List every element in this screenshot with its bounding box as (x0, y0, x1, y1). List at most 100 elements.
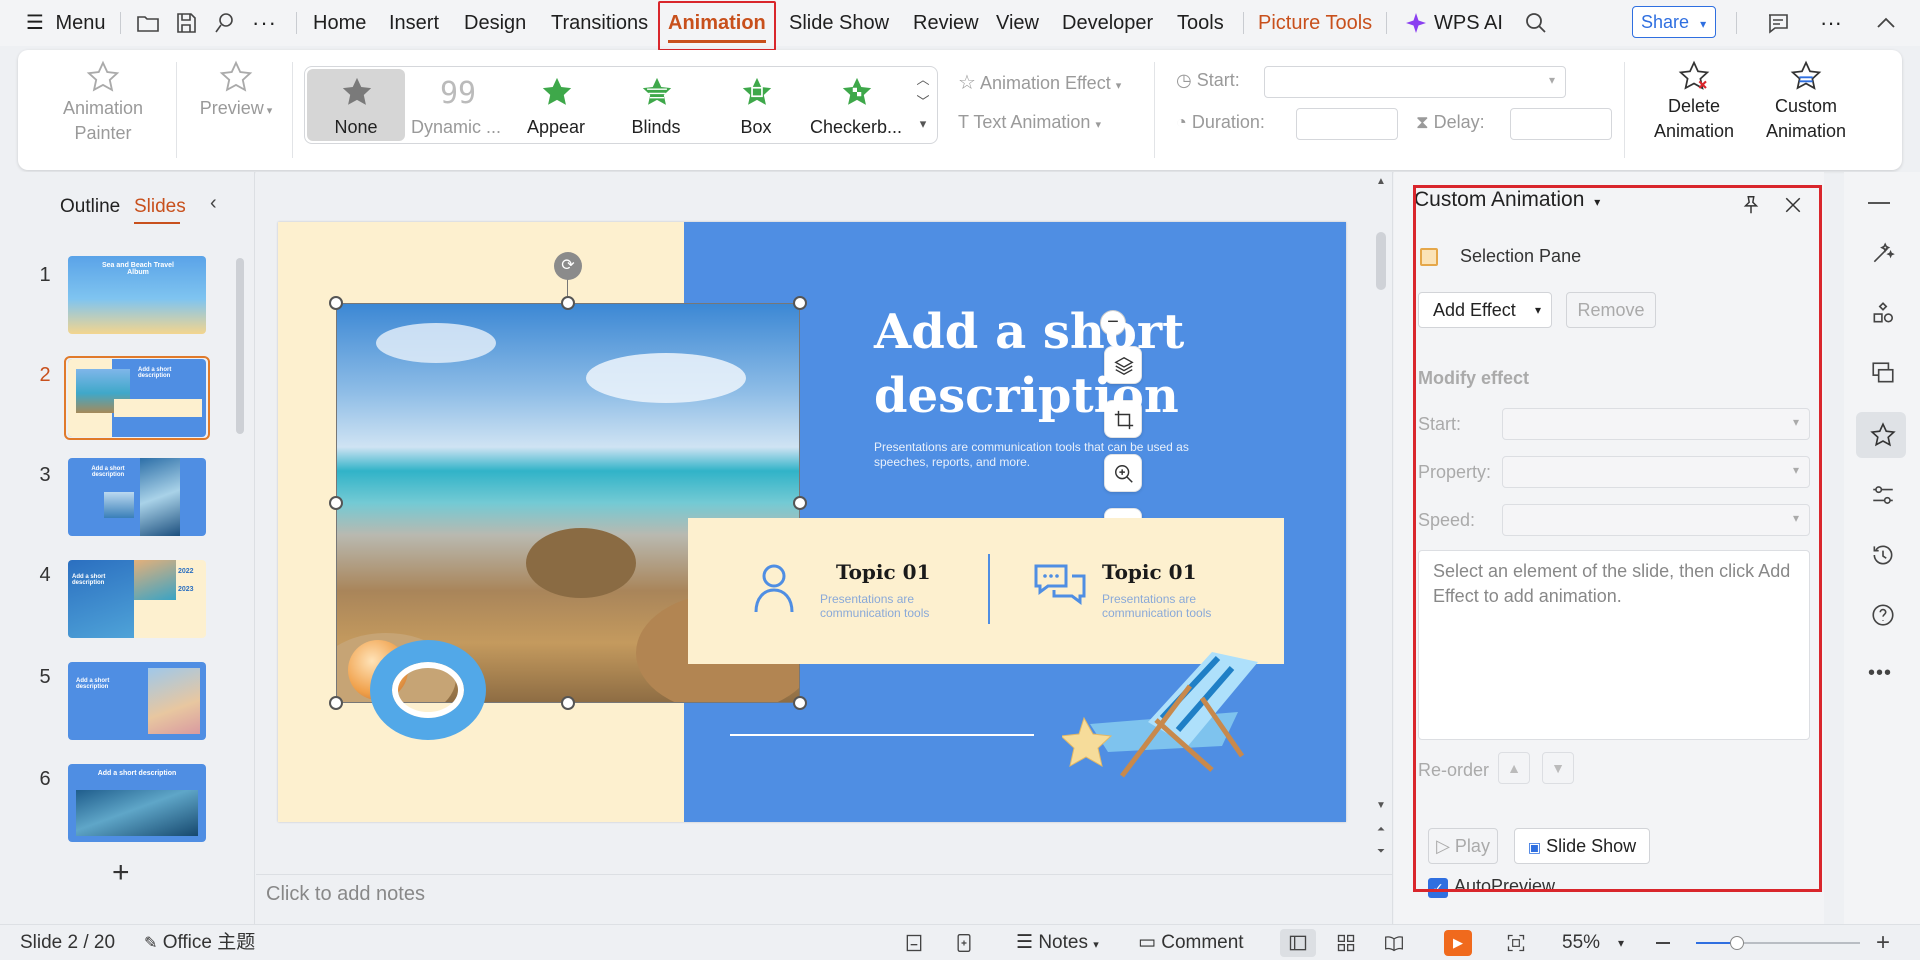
zoom-dropdown-icon[interactable]: ▾ (1618, 925, 1624, 960)
slide-subtitle[interactable]: Presentations are communication tools th… (874, 440, 1214, 470)
menu-button[interactable]: ☰ Menu (26, 0, 106, 46)
slide-title[interactable]: Add a short description (874, 300, 1334, 428)
collapse-ribbon-icon[interactable] (1874, 11, 1898, 35)
zoom-slider-thumb[interactable] (1730, 936, 1744, 950)
delay-spinner[interactable] (1510, 108, 1612, 140)
next-slide-icon[interactable]: ⏷ (1374, 846, 1388, 858)
zoom-level[interactable]: 55% (1562, 925, 1600, 960)
format-painter-icon[interactable] (212, 11, 236, 35)
expand-gallery-icon[interactable]: ▾ (913, 113, 933, 135)
tab-slides[interactable]: Slides (134, 196, 186, 218)
preview-button[interactable]: Preview ▾ (190, 60, 282, 124)
duration-spinner[interactable] (1296, 108, 1398, 140)
rotate-handle-icon[interactable]: ⟳ (554, 252, 582, 280)
tab-home[interactable]: Home (313, 0, 366, 46)
topic-text[interactable]: Presentations are communication tools (820, 592, 940, 620)
topic-title[interactable]: Topic 01 (1102, 560, 1196, 584)
scroll-up-icon[interactable]: ▲ (1374, 176, 1388, 187)
theme-button[interactable]: ✎ Office 主题 (144, 925, 255, 960)
tab-outline[interactable]: Outline (60, 196, 120, 218)
tab-slide-show[interactable]: Slide Show (789, 0, 889, 46)
tab-picture-tools[interactable]: Picture Tools (1258, 0, 1372, 46)
tab-transitions[interactable]: Transitions (551, 0, 648, 46)
slide-thumbnail-5[interactable]: Add a short description (68, 662, 206, 740)
zoom-out-icon[interactable] (1656, 942, 1670, 944)
gallery-dynamic[interactable]: 99 Dynamic ... (407, 69, 505, 141)
resize-handle[interactable] (329, 496, 343, 510)
canvas-scrollbar-thumb[interactable] (1376, 232, 1386, 290)
gallery-scroll[interactable]: ︿ ﹀ ▾ (913, 69, 933, 135)
comment-toggle[interactable]: ▭ Comment (1138, 925, 1244, 960)
custom-animation-button[interactable]: Custom Animation (1756, 60, 1856, 144)
resize-handle[interactable] (793, 296, 807, 310)
delete-animation-button[interactable]: Delete Animation (1638, 60, 1750, 144)
more-icon[interactable]: ··· (252, 0, 277, 46)
start-select[interactable]: ▾ (1264, 66, 1566, 98)
add-slide-icon[interactable]: + (112, 858, 130, 888)
reading-mode-icon[interactable] (954, 933, 974, 953)
slide-thumbnail-1[interactable]: Sea and Beach Travel Album (68, 256, 206, 334)
tab-review[interactable]: Review (913, 0, 979, 46)
magic-wand-icon[interactable] (1870, 240, 1896, 266)
topic-title[interactable]: Topic 01 (836, 560, 930, 584)
slide-canvas[interactable]: ⟳ − ••• Add a short description Presenta… (278, 222, 1346, 822)
scrollbar-thumb[interactable] (236, 258, 244, 434)
resize-handle[interactable] (329, 296, 343, 310)
notes-toggle[interactable]: ☰ Notes ▾ (1016, 925, 1099, 960)
slide-notes-icon[interactable] (904, 933, 924, 953)
gallery-appear[interactable]: Appear (507, 69, 605, 141)
open-folder-icon[interactable] (136, 11, 160, 35)
tab-developer[interactable]: Developer (1062, 0, 1153, 46)
resize-handle[interactable] (329, 696, 343, 710)
reading-view-icon[interactable] (1384, 933, 1404, 953)
animation-painter-button[interactable]: Animation Painter (58, 60, 148, 146)
shapes-icon[interactable] (1870, 300, 1896, 326)
resize-handle[interactable] (793, 496, 807, 510)
topic-text[interactable]: Presentations are communication tools (1102, 592, 1222, 620)
wps-ai-button[interactable]: WPS AI (1434, 0, 1503, 46)
animation-effect-button[interactable]: ☆ Animation Effect ▾ (958, 70, 1121, 95)
help-icon[interactable] (1870, 602, 1896, 628)
notes-pane[interactable]: Click to add notes (256, 874, 1392, 924)
save-icon[interactable] (174, 11, 198, 35)
wps-ai-sparkle-icon[interactable] (1404, 11, 1428, 35)
animation-star-icon[interactable] (1870, 422, 1896, 448)
gallery-none[interactable]: None (307, 69, 405, 141)
notes-placeholder[interactable]: Click to add notes (266, 883, 425, 906)
slide-thumbnail-4[interactable]: Add a short description 2022 2023 (68, 560, 206, 638)
previous-slide-icon[interactable]: ⏶ (1374, 824, 1388, 836)
slide-thumbnail-6[interactable]: Add a short description (68, 764, 206, 842)
chevron-up-icon[interactable]: ︿ (913, 69, 933, 91)
normal-view-icon[interactable] (1288, 933, 1308, 953)
more-options-icon[interactable]: ··· (1820, 0, 1842, 46)
slide-thumbnail-2[interactable]: Add a short description (68, 359, 206, 437)
resize-handle[interactable] (793, 696, 807, 710)
resize-handle[interactable] (561, 696, 575, 710)
comment-icon[interactable] (1766, 11, 1790, 35)
scroll-down-icon[interactable]: ▼ (1374, 800, 1388, 811)
tab-insert[interactable]: Insert (389, 0, 439, 46)
zoom-slider-track[interactable] (1696, 942, 1860, 944)
slide-thumbnail-3[interactable]: Add a short description (68, 458, 206, 536)
fit-window-icon[interactable] (1506, 933, 1526, 953)
minimize-icon[interactable] (1868, 202, 1890, 204)
history-icon[interactable] (1870, 542, 1896, 568)
collapse-panel-icon[interactable]: ‹ (210, 192, 217, 215)
zoom-in-icon[interactable]: + (1876, 925, 1890, 960)
slide-layout-icon[interactable] (1870, 360, 1896, 386)
chevron-down-icon[interactable]: ﹀ (913, 91, 933, 113)
tab-design[interactable]: Design (464, 0, 526, 46)
tab-tools[interactable]: Tools (1177, 0, 1224, 46)
play-slideshow-icon[interactable]: ▶ (1444, 930, 1472, 956)
more-icon[interactable]: ••• (1868, 662, 1892, 685)
search-icon[interactable] (1524, 11, 1548, 35)
share-button[interactable]: Share ▾ (1632, 6, 1716, 38)
gallery-checkerboard[interactable]: Checkerb... (807, 69, 905, 141)
tab-view[interactable]: View (996, 0, 1039, 46)
gallery-box[interactable]: Box (707, 69, 805, 141)
resize-handle[interactable] (561, 296, 575, 310)
text-animation-button[interactable]: T Text Animation ▾ (958, 112, 1101, 133)
gallery-blinds[interactable]: Blinds (607, 69, 705, 141)
adjust-sliders-icon[interactable] (1870, 482, 1896, 508)
slide-sorter-icon[interactable] (1336, 933, 1356, 953)
